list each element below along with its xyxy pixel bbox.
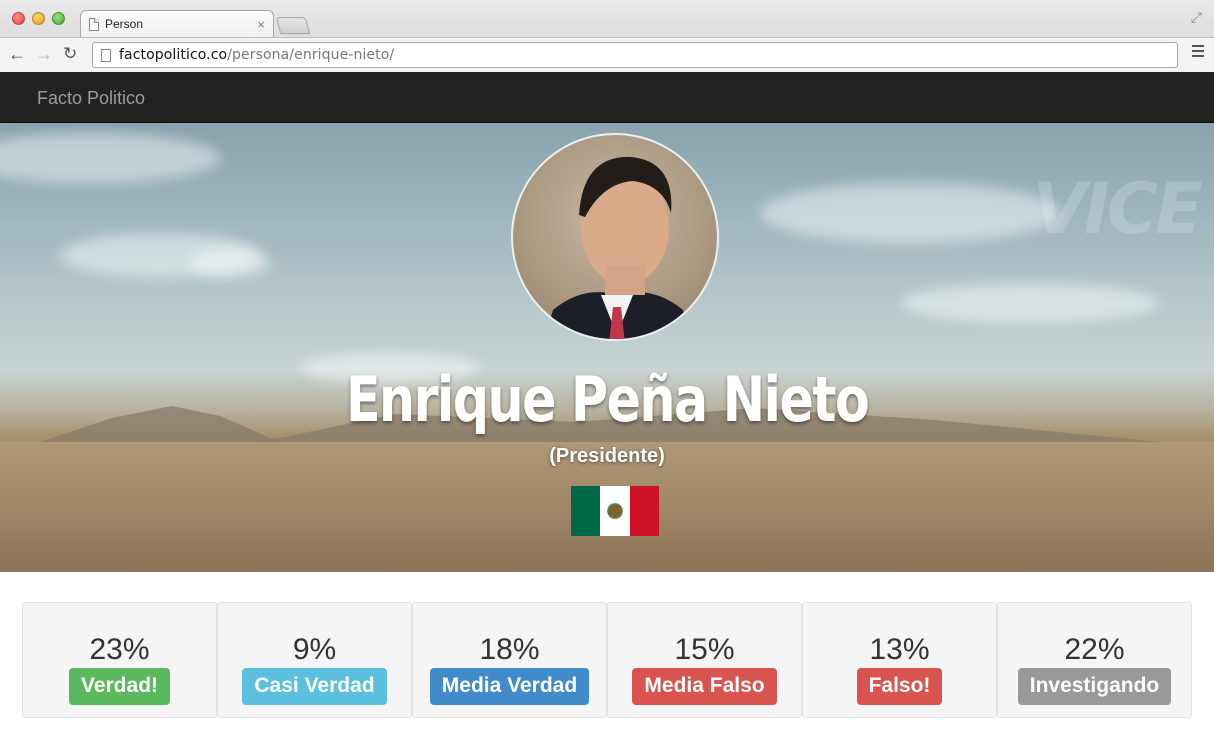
url-text: factopolitico.co/persona/enrique-nieto/	[119, 47, 394, 63]
site-navbar: Facto Politico	[0, 72, 1214, 123]
window-controls	[12, 12, 65, 25]
close-tab-icon[interactable]: ×	[257, 17, 265, 32]
reload-icon[interactable]: ↻	[63, 44, 77, 64]
browser-toolbar: ← → ↻ factopolitico.co/persona/enrique-n…	[0, 37, 1214, 72]
label-media-verdad[interactable]: Media Verdad	[429, 668, 590, 705]
stat-verdad: 23% Verdad!	[22, 602, 217, 718]
address-bar[interactable]: factopolitico.co/persona/enrique-nieto/	[92, 42, 1178, 68]
page-icon	[89, 17, 99, 31]
label-falso[interactable]: Falso!	[856, 668, 943, 705]
stat-falso: 13% Falso!	[802, 602, 997, 718]
label-casi-verdad[interactable]: Casi Verdad	[242, 668, 387, 705]
stat-percent: 23%	[89, 633, 150, 666]
browser-chrome: Person × ⤢ ← → ↻ factopolitico.co/person…	[0, 0, 1214, 72]
label-verdad[interactable]: Verdad!	[68, 668, 171, 705]
stat-percent: 18%	[479, 633, 540, 666]
stat-percent: 15%	[674, 633, 735, 666]
person-role: (Presidente)	[549, 445, 665, 467]
label-investigando[interactable]: Investigando	[1017, 668, 1172, 705]
profile-photo	[511, 133, 719, 341]
back-arrow-icon[interactable]: ←	[8, 44, 26, 65]
url-path: /persona/enrique-nieto/	[227, 47, 395, 63]
stat-percent: 22%	[1064, 633, 1125, 666]
hero-banner: VICE Enrique Peña Nieto (Presidente)	[0, 123, 1214, 572]
tab-title: Person	[105, 17, 144, 31]
fullscreen-icon[interactable]: ⤢	[1191, 9, 1202, 26]
browser-menu-icon[interactable]	[1192, 45, 1204, 60]
portrait-illustration	[544, 156, 692, 339]
forward-arrow-icon[interactable]: →	[35, 44, 53, 65]
page-icon	[101, 48, 111, 62]
stat-percent: 9%	[292, 633, 337, 666]
browser-tab[interactable]: Person ×	[80, 10, 274, 37]
brand-link[interactable]: Facto Politico	[37, 88, 145, 109]
mexico-flag-icon	[571, 486, 659, 536]
stat-investigando: 22% Investigando	[997, 602, 1192, 718]
minimize-window-button[interactable]	[32, 12, 45, 25]
stat-percent: 13%	[869, 633, 930, 666]
vice-watermark: VICE	[1032, 168, 1203, 250]
new-tab-button[interactable]	[275, 17, 311, 34]
zoom-window-button[interactable]	[52, 12, 65, 25]
person-name: Enrique Peña Nieto	[345, 363, 870, 436]
label-media-falso[interactable]: Media Falso	[632, 668, 777, 705]
stat-media-falso: 15% Media Falso	[607, 602, 802, 718]
rating-stats: 23% Verdad! 9% Casi Verdad 18% Media Ver…	[22, 602, 1192, 718]
stat-media-verdad: 18% Media Verdad	[412, 602, 607, 718]
url-host: factopolitico.co	[119, 47, 228, 63]
stat-casi-verdad: 9% Casi Verdad	[217, 602, 412, 718]
close-window-button[interactable]	[12, 12, 25, 25]
